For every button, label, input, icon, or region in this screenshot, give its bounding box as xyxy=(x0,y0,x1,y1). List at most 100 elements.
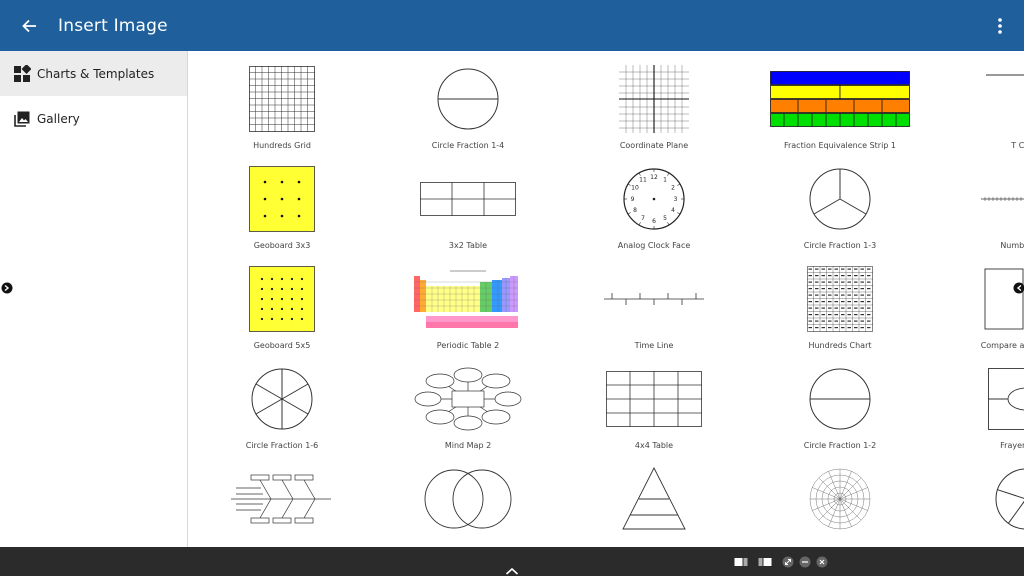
template-periodic-table-2[interactable]: Periodic Table 2 xyxy=(375,251,561,351)
template-circle-fraction-1-6[interactable]: Circle Fraction 1-6 xyxy=(189,351,375,451)
window-layout-button[interactable] xyxy=(732,555,750,569)
pyramid-thumbnail xyxy=(622,467,686,530)
periodic-table-thumbnail xyxy=(414,270,518,328)
template-label: Hundreds Grid xyxy=(253,141,311,150)
template-label: 3x2 Table xyxy=(448,241,488,250)
sidebar-item-charts-templates[interactable]: Charts & Templates xyxy=(0,51,187,96)
template-geoboard-3x3[interactable]: Geoboard 3x3 xyxy=(189,151,375,251)
insert-image-app: Insert Image Charts & Templates Gallery … xyxy=(0,0,1024,576)
circle-fraction-thumbnail xyxy=(809,168,871,230)
frayer-model-thumbnail xyxy=(988,368,1024,430)
template-label: Circle Fraction 1-2 xyxy=(803,441,877,450)
svg-text:4: 4 xyxy=(671,207,675,214)
template-frayer-model[interactable]: Frayer Model xyxy=(933,351,1024,451)
minimize-button[interactable] xyxy=(798,555,812,569)
fishbone-thumbnail xyxy=(231,474,331,524)
template-circle-fraction-1-3[interactable]: Circle Fraction 1-3 xyxy=(747,151,933,251)
template-venn-diagram[interactable] xyxy=(375,451,561,547)
template-polar-grid[interactable] xyxy=(747,451,933,547)
template-analog-clock-face[interactable]: 12 1 2 3 4 5 6 7 8 9 10 11 Analog Clock Face xyxy=(561,151,747,251)
geoboard-thumbnail xyxy=(249,166,315,232)
page-title: Insert Image xyxy=(58,15,168,36)
next-edge-button[interactable] xyxy=(1012,280,1024,296)
template-label: Circle Fraction 1-4 xyxy=(431,141,505,150)
chevron-up-icon xyxy=(505,567,519,575)
template-label: Hundreds Chart xyxy=(808,341,872,350)
hundreds-grid-thumbnail xyxy=(249,66,315,132)
template-label: Periodic Table 2 xyxy=(436,341,500,350)
svg-text:5: 5 xyxy=(663,215,667,222)
svg-text:11: 11 xyxy=(639,177,647,184)
template-mind-map-2[interactable]: Mind Map 2 xyxy=(375,351,561,451)
template-label: 4x4 Table xyxy=(634,441,674,450)
fullscreen-icon xyxy=(782,556,794,568)
circle-fraction-thumbnail xyxy=(437,68,499,130)
template-fishbone-diagram[interactable] xyxy=(189,451,375,547)
template-label: Geoboard 3x3 xyxy=(253,241,311,250)
template-fraction-equivalence-strip-1[interactable]: Fraction Equivalence Strip 1 xyxy=(747,51,933,151)
circle-fraction-thumbnail xyxy=(251,368,313,430)
template-label: Time Line xyxy=(634,341,674,350)
compare-contrast-thumbnail xyxy=(984,268,1024,330)
template-label: Compare and Contrast xyxy=(980,341,1024,350)
time-line-thumbnail xyxy=(604,293,704,305)
template-hundreds-grid[interactable]: Hundreds Grid xyxy=(189,51,375,151)
clock-face-thumbnail: 12 12345 67891011 xyxy=(623,168,685,230)
template-circle-fraction-1-5[interactable] xyxy=(933,451,1024,547)
minimize-icon xyxy=(799,556,811,568)
template-label: Frayer Model xyxy=(1000,441,1024,450)
template-number-line[interactable]: Number Line xyxy=(933,151,1024,251)
svg-text:9: 9 xyxy=(631,196,635,203)
svg-text:2: 2 xyxy=(671,185,675,192)
sidebar-item-label: Gallery xyxy=(37,111,80,126)
t-chart-thumbnail xyxy=(986,74,1024,76)
template-label: Circle Fraction 1-3 xyxy=(803,241,877,250)
template-circle-fraction-1-2[interactable]: Circle Fraction 1-2 xyxy=(747,351,933,451)
template-pyramid[interactable] xyxy=(561,451,747,547)
svg-text:7: 7 xyxy=(641,215,645,222)
window-layout-icon xyxy=(734,558,748,566)
template-label: Fraction Equivalence Strip 1 xyxy=(783,141,897,150)
geoboard-thumbnail xyxy=(249,266,315,332)
template-circle-fraction-1-4[interactable]: Circle Fraction 1-4 xyxy=(375,51,561,151)
launcher-button[interactable] xyxy=(502,566,522,576)
window-snap-button[interactable] xyxy=(756,555,774,569)
template-geoboard-5x5[interactable]: Geoboard 5x5 xyxy=(189,251,375,351)
fullscreen-button[interactable] xyxy=(781,555,795,569)
back-button[interactable] xyxy=(0,0,58,51)
chevron-right-icon xyxy=(1013,282,1024,294)
template-t-chart[interactable]: T Chart xyxy=(933,51,1024,151)
venn-diagram-thumbnail xyxy=(424,469,512,529)
previous-edge-button[interactable] xyxy=(0,280,14,296)
template-hundreds-chart[interactable]: Hundreds Chart xyxy=(747,251,933,351)
template-label: Mind Map 2 xyxy=(444,441,492,450)
template-compare-and-contrast[interactable]: Compare and Contrast xyxy=(933,251,1024,351)
close-icon xyxy=(816,556,828,568)
template-label: Circle Fraction 1-6 xyxy=(245,441,319,450)
template-label: Number Line xyxy=(1000,241,1024,250)
sidebar: Charts & Templates Gallery xyxy=(0,51,188,547)
chevron-left-icon xyxy=(1,282,13,294)
template-label: Geoboard 5x5 xyxy=(253,341,311,350)
table-thumbnail xyxy=(606,371,702,427)
more-vertical-icon xyxy=(998,18,1002,34)
close-button[interactable] xyxy=(815,555,829,569)
template-label: Coordinate Plane xyxy=(619,141,689,150)
app-bar: Insert Image xyxy=(0,0,1024,51)
template-label: T Chart xyxy=(1011,141,1024,150)
template-4x4-table[interactable]: 4x4 Table xyxy=(561,351,747,451)
template-grid: Hundreds Grid Circle Fraction 1-4 Coordi… xyxy=(189,51,1024,547)
polar-grid-thumbnail xyxy=(809,468,871,530)
svg-text:3: 3 xyxy=(674,196,678,203)
sidebar-item-gallery[interactable]: Gallery xyxy=(0,96,187,141)
circle-fraction-thumbnail xyxy=(809,368,871,430)
template-label: Analog Clock Face xyxy=(617,241,691,250)
svg-text:10: 10 xyxy=(631,185,639,192)
dashboard-icon xyxy=(13,64,31,83)
template-time-line[interactable]: Time Line xyxy=(561,251,747,351)
template-3x2-table[interactable]: 3x2 Table xyxy=(375,151,561,251)
more-options-button[interactable] xyxy=(990,14,1010,38)
number-line-thumbnail xyxy=(981,197,1024,201)
svg-text:12: 12 xyxy=(650,174,658,181)
template-coordinate-plane[interactable]: Coordinate Plane xyxy=(561,51,747,151)
